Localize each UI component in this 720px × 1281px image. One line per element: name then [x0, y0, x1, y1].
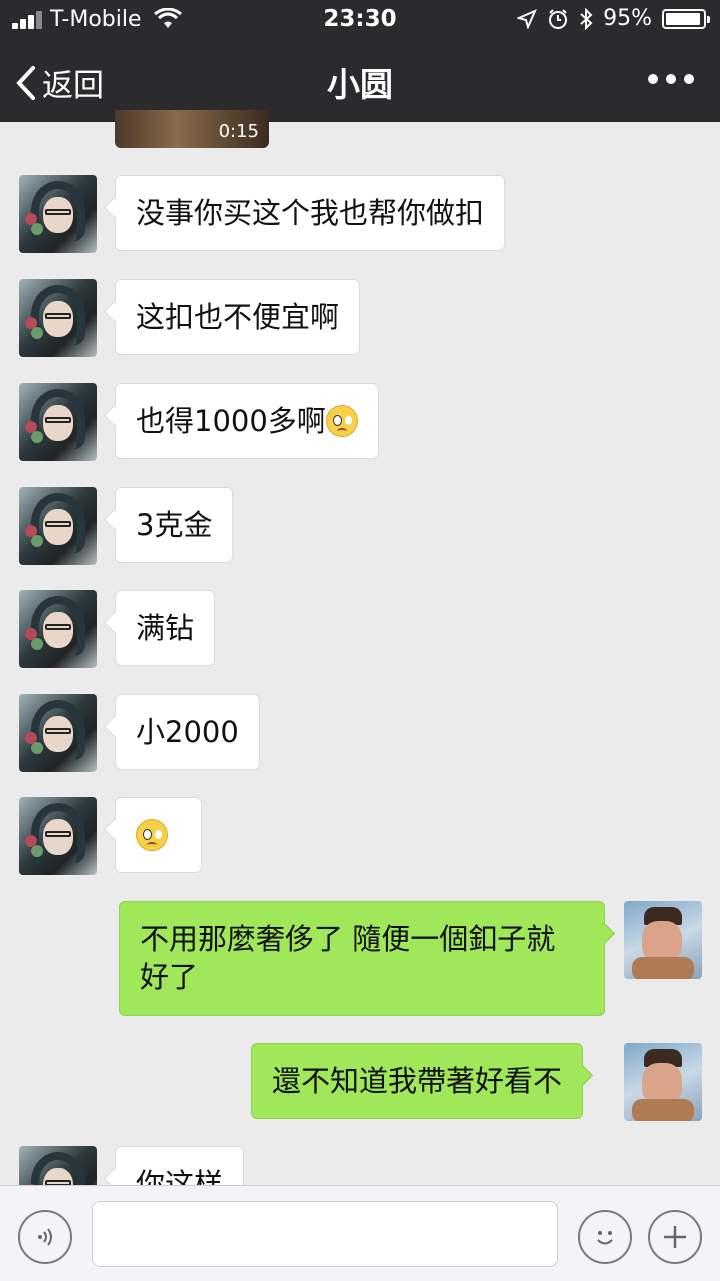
contact-avatar[interactable]	[19, 487, 97, 565]
plus-icon	[664, 1226, 686, 1248]
contact-avatar[interactable]	[19, 383, 97, 461]
battery-fill	[666, 12, 700, 25]
message-bubble[interactable]: 不用那麼奢侈了 隨便一個釦子就好了	[119, 901, 605, 1016]
voice-button[interactable]	[18, 1210, 72, 1264]
status-right: 95%	[517, 6, 710, 31]
chat-title: 小圆	[327, 65, 393, 104]
message-bubble[interactable]	[115, 797, 202, 873]
battery-percent: 95%	[603, 6, 652, 31]
location-icon	[517, 8, 538, 29]
contact-avatar[interactable]	[19, 797, 97, 875]
message-text: 不用那麼奢侈了 隨便一個釦子就好了	[140, 922, 556, 994]
message-bubble[interactable]: 還不知道我帶著好看不	[251, 1043, 584, 1119]
video-duration: 0:15	[218, 121, 259, 142]
voice-icon	[38, 1228, 52, 1246]
message-bubble[interactable]: 3克金	[115, 487, 234, 563]
message-bubble[interactable]: 小2000	[115, 694, 260, 770]
contact-avatar[interactable]	[19, 175, 97, 253]
emoji-button[interactable]	[578, 1210, 632, 1264]
message-text: 这扣也不便宜啊	[136, 300, 340, 334]
top-bar: T-Mobile 23:30 95% 返回 小圆	[0, 0, 720, 122]
message-text: 3克金	[136, 508, 213, 542]
bluetooth-icon	[580, 7, 593, 30]
pleading-face-icon	[136, 819, 168, 851]
message-bubble[interactable]: 没事你买这个我也帮你做扣	[115, 175, 506, 251]
status-bar: T-Mobile 23:30 95%	[0, 0, 720, 40]
pleading-face-icon	[325, 405, 358, 437]
my-avatar[interactable]	[624, 1043, 702, 1121]
plus-button[interactable]	[648, 1210, 702, 1264]
my-avatar[interactable]	[624, 901, 702, 979]
message-text: 没事你买这个我也帮你做扣	[136, 196, 485, 230]
smiley-icon	[597, 1231, 613, 1245]
battery-icon	[662, 8, 710, 29]
message-text: 還不知道我帶著好看不	[272, 1064, 563, 1098]
nav-bar: 返回 小圆	[0, 40, 720, 122]
video-message[interactable]: 0:15	[115, 110, 269, 148]
message-text: 也得1000多啊	[136, 404, 326, 438]
contact-avatar[interactable]	[19, 590, 97, 668]
alarm-icon	[549, 8, 568, 29]
message-input[interactable]	[92, 1201, 558, 1267]
contact-avatar[interactable]	[19, 279, 97, 357]
message-bubble[interactable]: 也得1000多啊	[115, 383, 379, 459]
more-button[interactable]	[648, 74, 694, 84]
contact-avatar[interactable]	[19, 694, 97, 772]
message-bubble[interactable]: 这扣也不便宜啊	[115, 279, 361, 355]
message-text: 满钻	[136, 611, 195, 645]
input-bar	[0, 1185, 720, 1281]
message-bubble[interactable]: 满钻	[115, 590, 216, 666]
message-text: 小2000	[136, 715, 239, 749]
